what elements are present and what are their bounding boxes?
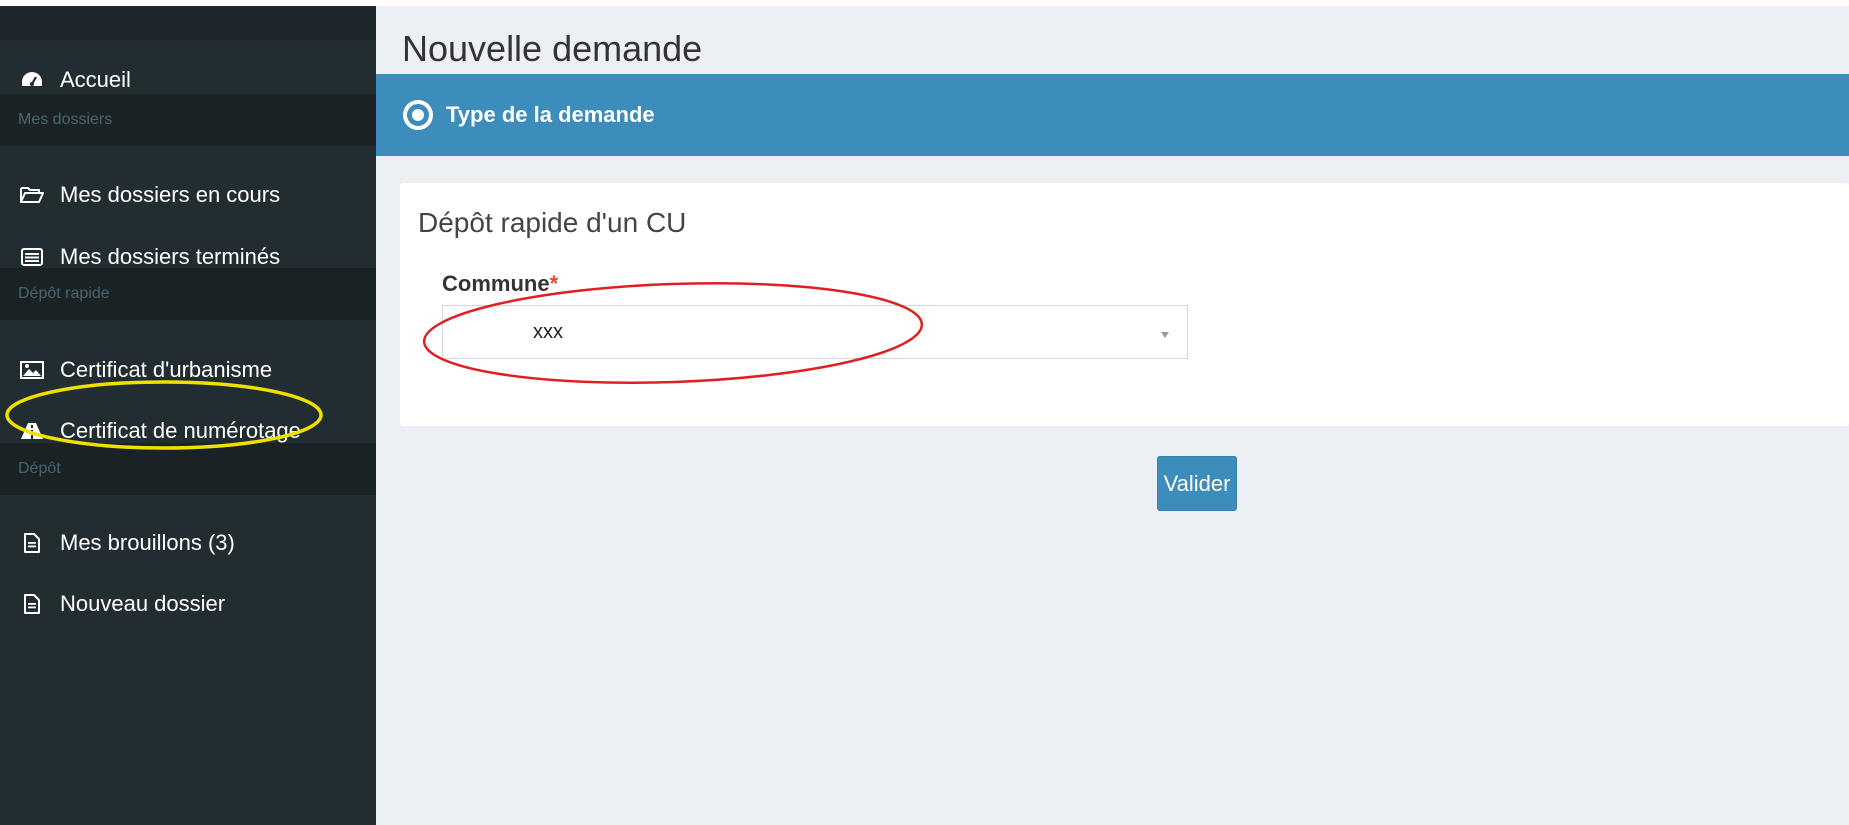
sidebar-item-label: Accueil	[60, 67, 131, 92]
commune-select[interactable]: xxx	[442, 305, 1188, 359]
sidebar-item-nouveau-dossier[interactable]: Nouveau dossier	[0, 579, 376, 629]
box-title: Dépôt rapide d'un CU	[418, 207, 687, 238]
file-text-icon	[18, 594, 46, 614]
step-title: Type de la demande	[446, 102, 655, 127]
dashboard-icon	[18, 71, 46, 89]
quick-deposit-box: Dépôt rapide d'un CU Commune* xxx	[400, 183, 1849, 426]
required-marker: *	[549, 271, 559, 296]
sidebar-item-label: Certificat de numérotage	[60, 418, 301, 443]
step-bar: Type de la demande	[376, 74, 1849, 156]
folder-open-icon	[18, 186, 46, 204]
main-content: Nouvelle demande Type de la demande Dépô…	[376, 6, 1849, 825]
dot-circle-icon	[402, 99, 434, 131]
list-alt-icon	[18, 248, 46, 266]
sidebar-top-bar	[0, 6, 376, 40]
chevron-down-icon	[1159, 326, 1171, 344]
file-text-icon	[18, 533, 46, 553]
sidebar-item-label: Certificat d'urbanisme	[60, 357, 273, 382]
sidebar-item-label: Mes dossiers en cours	[60, 182, 281, 207]
commune-label-text: Commune	[442, 271, 550, 296]
sidebar-item-dossiers-en-cours[interactable]: Mes dossiers en cours	[0, 170, 376, 220]
image-icon	[18, 361, 46, 379]
sidebar-item-label: Mes dossiers terminés	[60, 244, 281, 269]
sidebar-header-depot: Dépôt	[0, 443, 376, 495]
sidebar-item-label: Nouveau dossier	[60, 591, 226, 616]
sidebar-header-depot-rapide: Dépôt rapide	[0, 268, 376, 320]
valider-button[interactable]: Valider	[1157, 456, 1237, 511]
sidebar-header-mes-dossiers: Mes dossiers	[0, 94, 376, 146]
page-title: Nouvelle demande	[402, 28, 703, 69]
sidebar: Accueil Mes dossiers Mes dossiers en cou…	[0, 6, 376, 825]
sidebar-item-label: Mes brouillons (3)	[60, 530, 235, 555]
commune-label: Commune*	[442, 271, 558, 297]
road-icon	[18, 422, 46, 440]
sidebar-item-brouillons[interactable]: Mes brouillons (3)	[0, 518, 376, 568]
commune-select-value: xxx	[533, 321, 563, 343]
sidebar-item-certificat-urbanisme[interactable]: Certificat d'urbanisme	[0, 345, 376, 395]
